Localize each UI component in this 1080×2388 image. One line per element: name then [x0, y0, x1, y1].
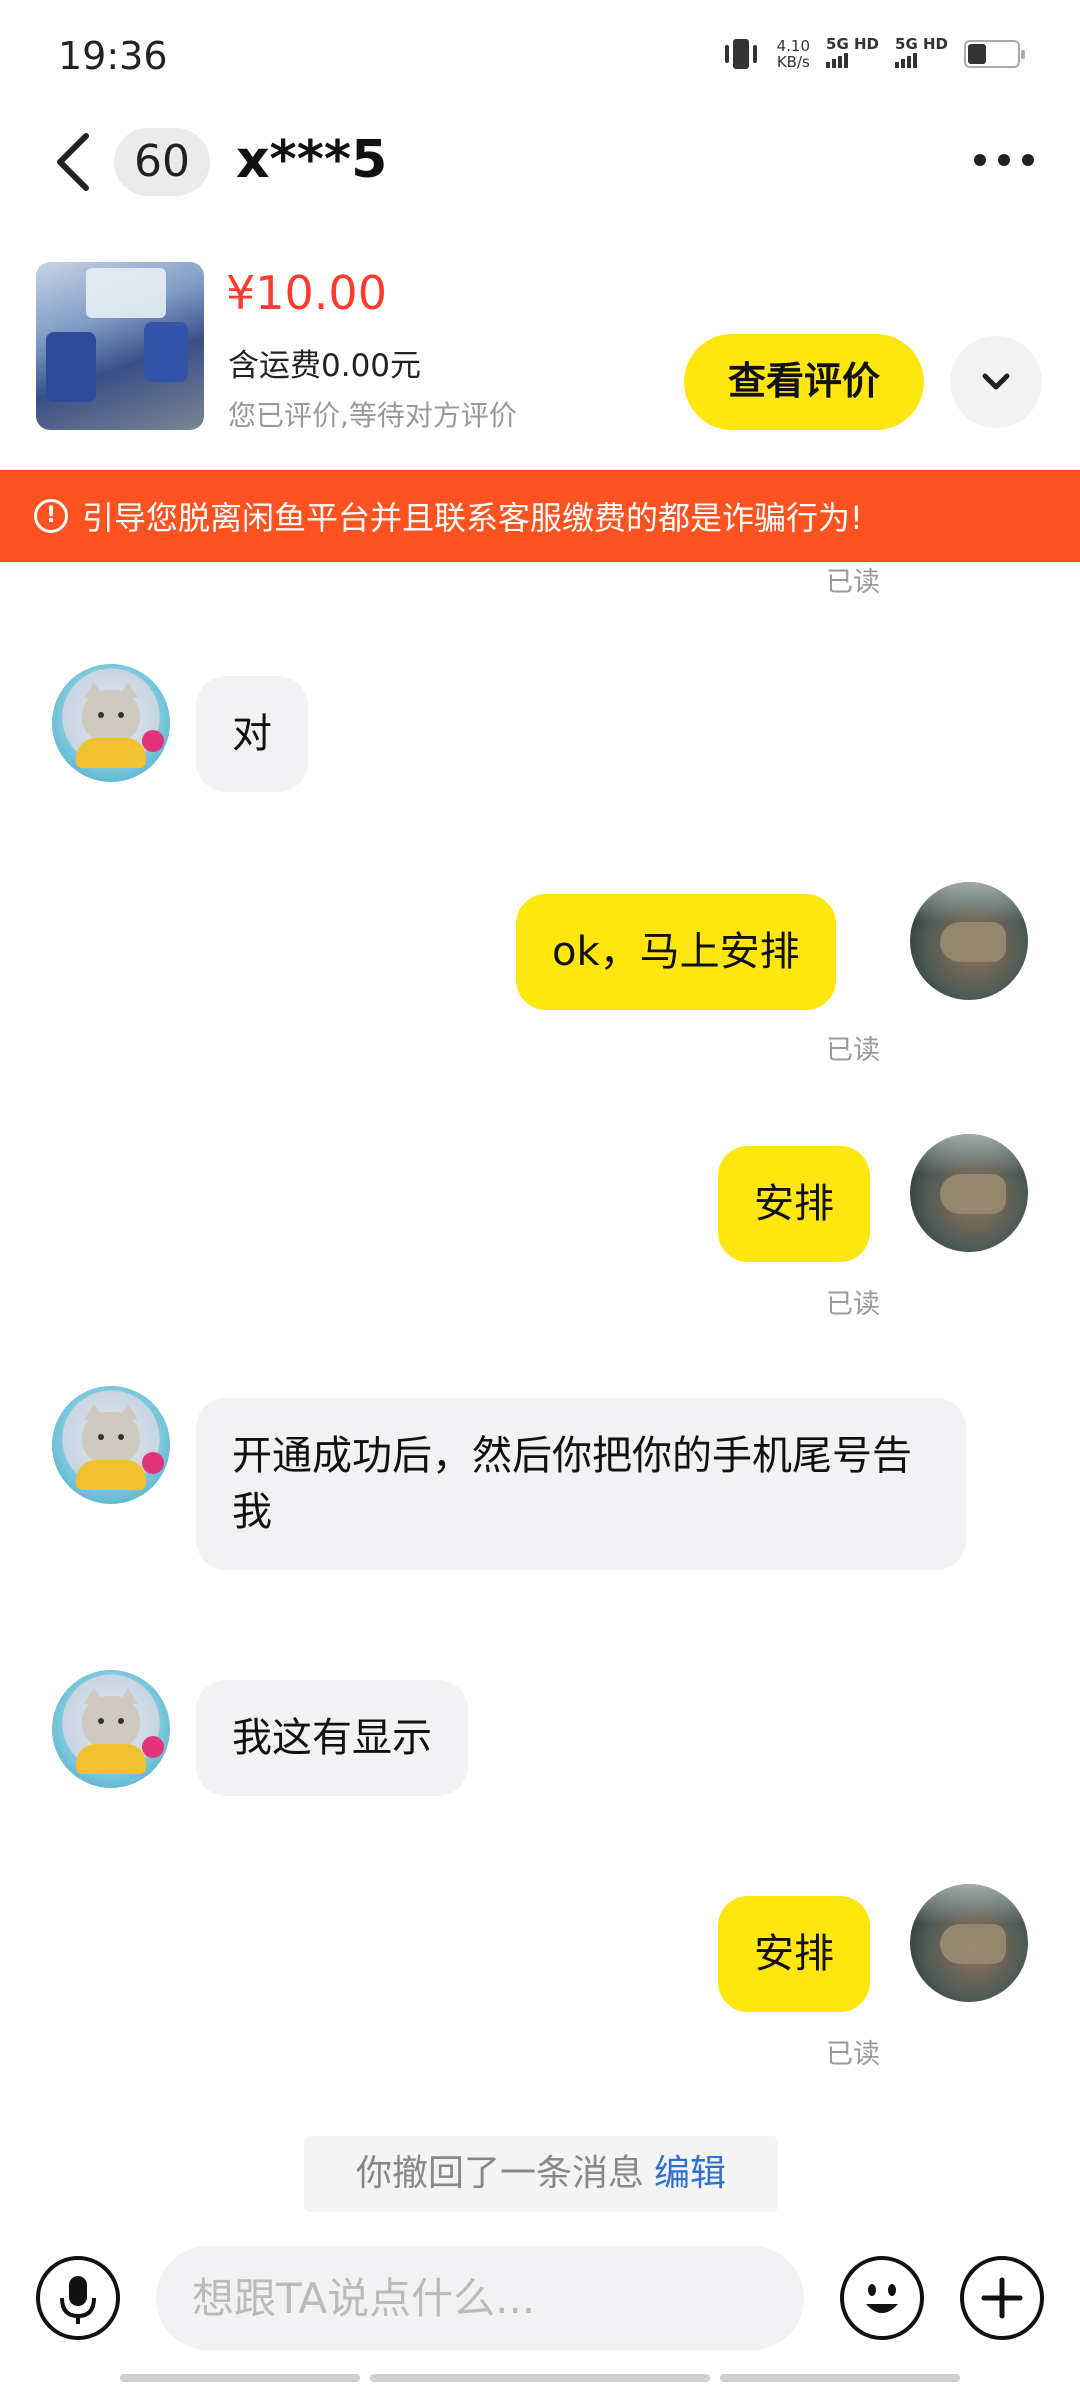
warning-icon: !: [34, 499, 68, 533]
review-status: 您已评价,等待对方评价: [228, 399, 517, 432]
emoji-button[interactable]: [840, 2256, 924, 2340]
smiley-icon: [866, 2284, 898, 2313]
shipping-fee: 含运费0.00元: [228, 348, 422, 384]
contact-name: x***5: [236, 130, 388, 190]
message-bubble-outgoing[interactable]: 安排: [718, 1896, 870, 2012]
my-avatar[interactable]: [910, 1134, 1028, 1252]
view-review-button[interactable]: 查看评价: [684, 334, 924, 430]
unread-count-badge[interactable]: 60: [114, 128, 210, 196]
message-bubble-outgoing[interactable]: ok，马上安排: [516, 894, 836, 1010]
battery-icon: [964, 40, 1025, 68]
recall-notice: 你撤回了一条消息 编辑: [304, 2136, 778, 2212]
status-icons: 4.10 KB/s 5G HD 5G HD: [721, 36, 1025, 72]
chat-screen: { "status_bar": { "time": "19:36", "spee…: [0, 0, 1080, 2388]
recall-text: 你撤回了一条消息: [355, 2153, 644, 2194]
read-receipt: 已读: [826, 1289, 880, 1320]
message-bubble-incoming[interactable]: 我这有显示: [196, 1680, 468, 1796]
more-options-icon[interactable]: [974, 154, 1034, 166]
my-avatar[interactable]: [910, 882, 1028, 1000]
edit-link[interactable]: 编辑: [654, 2153, 726, 2194]
read-receipt: 已读: [826, 1035, 880, 1066]
contact-avatar[interactable]: [52, 664, 170, 782]
chevron-down-icon: [982, 373, 1010, 390]
signal-bars-icon: [895, 52, 918, 68]
signal-2: 5G HD: [895, 36, 948, 72]
plus-icon: [981, 2277, 1023, 2319]
message-input[interactable]: [156, 2246, 804, 2350]
microphone-icon: [60, 2276, 96, 2324]
status-bar: 19:36 4.10 KB/s 5G HD 5G HD: [0, 0, 1080, 120]
read-receipt: 已读: [826, 2039, 880, 2070]
voice-input-button[interactable]: [36, 2256, 120, 2340]
contact-avatar[interactable]: [52, 1386, 170, 1504]
product-thumbnail[interactable]: [36, 262, 204, 430]
my-avatar[interactable]: [910, 1884, 1028, 2002]
back-arrow-icon[interactable]: [52, 132, 96, 192]
status-time: 19:36: [58, 34, 168, 78]
vibrate-icon: [724, 39, 757, 69]
message-bubble-incoming[interactable]: 对: [196, 676, 308, 792]
warning-text: 引导您脱离闲鱼平台并且联系客服缴费的都是诈骗行为!: [82, 499, 863, 537]
fraud-warning-banner: ! 引导您脱离闲鱼平台并且联系客服缴费的都是诈骗行为!: [0, 470, 1080, 562]
message-bubble-incoming[interactable]: 开通成功后，然后你把你的手机尾号告我: [196, 1398, 966, 1570]
read-receipt: 已读: [826, 567, 880, 598]
more-actions-button[interactable]: [960, 2256, 1044, 2340]
signal-bars-icon: [826, 52, 849, 68]
gesture-nav-bar: [120, 2374, 960, 2382]
message-bubble-outgoing[interactable]: 安排: [718, 1146, 870, 1262]
signal-1: 5G HD: [826, 36, 879, 72]
product-price: ¥10.00: [226, 266, 387, 320]
expand-button[interactable]: [950, 336, 1042, 428]
contact-avatar[interactable]: [52, 1670, 170, 1788]
network-speed: 4.10 KB/s: [776, 37, 811, 71]
